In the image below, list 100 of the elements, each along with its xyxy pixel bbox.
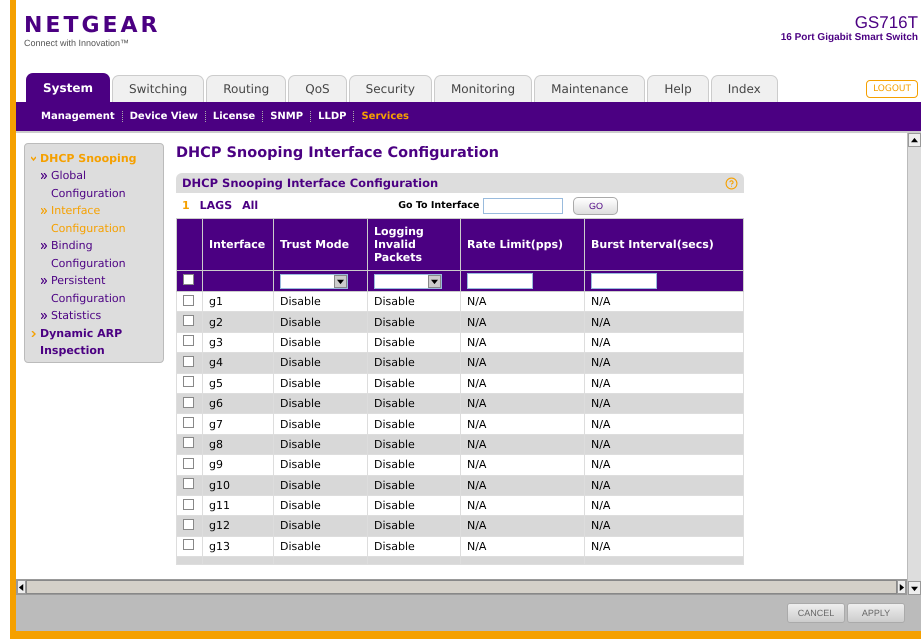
row-checkbox[interactable] (183, 458, 194, 469)
row-checkbox[interactable] (183, 335, 194, 346)
table-cell: g4 (202, 352, 274, 374)
table-cell: Disable (274, 434, 368, 455)
row-checkbox[interactable] (183, 417, 194, 428)
double-chevron-icon (41, 243, 47, 249)
row-checkbox[interactable] (183, 518, 194, 530)
table-cell: g5 (202, 373, 274, 394)
table-cell: N/A (460, 393, 584, 414)
table-cell: g6 (202, 393, 274, 414)
subnav-link[interactable]: Services (353, 111, 416, 122)
nav-tab[interactable]: Switching (112, 75, 204, 102)
table-cell: Disable (368, 495, 460, 516)
sidebar-item[interactable]: Persistent Configuration (51, 272, 151, 307)
nav-tab[interactable]: Routing (206, 75, 286, 102)
row-checkbox[interactable] (183, 356, 194, 367)
table-cell: N/A (584, 414, 744, 434)
burst-interval-input[interactable] (591, 273, 657, 289)
select-all-checkbox[interactable] (183, 274, 194, 285)
left-arrow-icon (18, 584, 25, 590)
down-arrow-icon (911, 584, 918, 592)
sidebar-item[interactable]: Binding Configuration (51, 237, 151, 272)
row-checkbox[interactable] (183, 478, 194, 490)
row-checkbox[interactable] (183, 376, 194, 388)
table-cell: Disable (368, 516, 460, 536)
interface-input[interactable] (483, 198, 564, 214)
row-checkbox[interactable] (183, 498, 194, 510)
table-cell: N/A (584, 332, 744, 353)
table-cell: Disable (368, 434, 460, 455)
netgear-logo: NETGEAR (24, 14, 160, 38)
subnav-link[interactable]: SNMP (262, 111, 310, 122)
table-cell: g1 (202, 292, 274, 312)
table-cell: g10 (202, 475, 274, 496)
nav-tab[interactable]: Maintenance (534, 75, 646, 102)
row-checkbox[interactable] (183, 315, 194, 326)
table-cell: Disable (274, 536, 368, 557)
sidebar-item[interactable]: Statistics (51, 307, 151, 324)
model-description: 16 Port Gigabit Smart Switch (780, 32, 918, 43)
table-cell: N/A (460, 536, 584, 557)
panel-title: DHCP Snooping Interface Configuration (182, 176, 440, 190)
table-cell: N/A (584, 373, 744, 394)
model-name: GS716T (854, 14, 918, 32)
table-cell: Disable (274, 475, 368, 496)
cancel-button[interactable]: CANCEL (787, 603, 845, 623)
table-cell: g7 (202, 414, 274, 434)
row-checkbox[interactable] (183, 294, 194, 306)
table-cell: Disable (274, 352, 368, 374)
vertical-scrollbar[interactable] (907, 133, 921, 595)
filter-link[interactable]: All (242, 199, 258, 212)
tagline: Connect with Innovation™ (24, 38, 130, 48)
table-cell: g12 (202, 516, 274, 536)
nav-tab[interactable]: System (26, 73, 110, 102)
table-cell: N/A (460, 373, 584, 394)
subnav-link[interactable]: License (204, 111, 262, 122)
double-chevron-icon (41, 313, 47, 319)
table-cell: N/A (460, 332, 584, 353)
subnav-link[interactable]: Management (34, 111, 122, 122)
table-cell: Disable (368, 352, 460, 374)
right-arrow-icon (898, 584, 905, 590)
table-cell: Disable (368, 332, 460, 353)
table-cell: Disable (368, 312, 460, 332)
nav-tab[interactable]: Help (647, 75, 709, 102)
nav-tab[interactable]: QoS (288, 75, 347, 102)
table-cell: Disable (274, 312, 368, 332)
column-header: Trust Mode (274, 218, 368, 270)
table-cell: g13 (202, 536, 274, 557)
table-cell: N/A (460, 495, 584, 516)
table-cell: Disable (274, 292, 368, 312)
horizontal-scrollbar[interactable] (16, 579, 907, 595)
table-cell: N/A (584, 393, 744, 414)
nav-tab[interactable]: Monitoring (434, 75, 532, 102)
table-cell: Disable (368, 414, 460, 434)
go-button[interactable]: GO (573, 196, 618, 214)
table-cell: Disable (368, 292, 460, 312)
apply-button[interactable]: APPLY (847, 603, 905, 623)
table-cell: N/A (584, 352, 744, 374)
nav-tab[interactable]: Security (348, 75, 432, 102)
table-cell: Disable (368, 536, 460, 557)
table-cell: N/A (584, 516, 744, 536)
table-cell: N/A (584, 495, 744, 516)
table-cell: N/A (460, 352, 584, 374)
table-cell: Disable (368, 454, 460, 476)
sidebar-group[interactable]: Dynamic ARP Inspection (40, 324, 145, 358)
column-header: Interface (202, 218, 274, 270)
column-header: Rate Limit(pps) (460, 218, 584, 270)
row-checkbox[interactable] (183, 539, 194, 550)
rate-limit-input[interactable] (467, 273, 533, 289)
filter-link[interactable]: LAGS (200, 199, 232, 212)
subnav-link[interactable]: LLDP (310, 111, 354, 122)
dropdown-icon (337, 278, 344, 284)
subnav-link[interactable]: Device View (122, 111, 205, 122)
row-checkbox[interactable] (183, 396, 194, 408)
nav-tab[interactable]: Index (710, 75, 778, 102)
row-checkbox[interactable] (183, 437, 194, 448)
logging-select[interactable] (374, 274, 442, 288)
table-cell: N/A (584, 454, 744, 476)
trust-mode-select[interactable] (280, 274, 348, 288)
sidebar-item[interactable]: Global Configuration (51, 167, 151, 202)
double-chevron-icon (41, 173, 47, 179)
table-cell: Disable (274, 414, 368, 434)
